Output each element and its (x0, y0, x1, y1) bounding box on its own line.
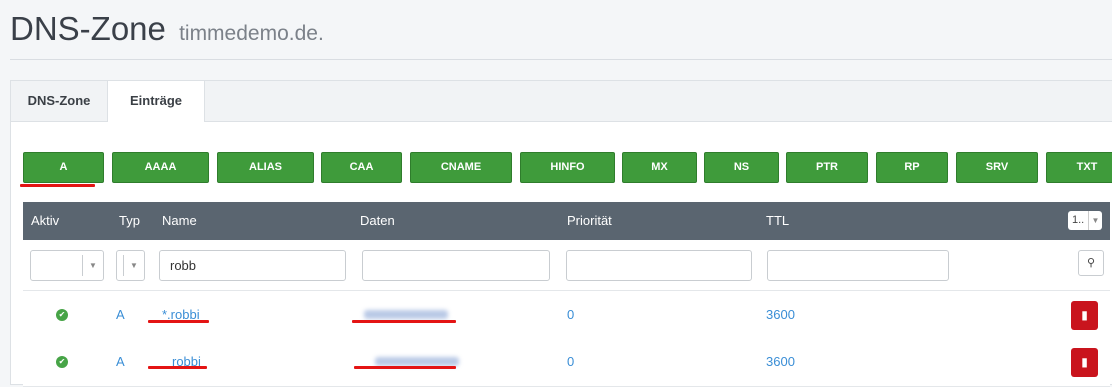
record-type-button-txt[interactable]: TXT (1046, 152, 1112, 183)
column-header-name[interactable]: Name (162, 202, 197, 240)
filter-aktiv-select[interactable]: ▼ (30, 250, 104, 281)
chevron-down-icon: ▼ (1088, 211, 1102, 230)
record-priority: 0 (567, 307, 575, 322)
record-type-button-mx[interactable]: MX (622, 152, 697, 183)
table-row: ✔ A *.robbi 0 3600 ▮ (23, 291, 1110, 339)
column-header-ttl[interactable]: TTL (766, 202, 789, 240)
filter-daten-input[interactable] (362, 250, 550, 281)
annotation-underline-name-2 (148, 366, 207, 369)
filter-ttl-input[interactable] (767, 250, 949, 281)
record-type-button-cname[interactable]: CNAME (410, 152, 512, 183)
page-title-text: DNS-Zone (10, 10, 166, 47)
record-type-button-ns[interactable]: NS (704, 152, 779, 183)
filter-name-input[interactable] (159, 250, 346, 281)
record-type-button-hinfo[interactable]: HINFO (520, 152, 615, 183)
delete-button[interactable]: ▮ (1071, 301, 1098, 330)
column-header-typ[interactable]: Typ (119, 202, 140, 240)
active-check-icon: ✔ (56, 356, 68, 368)
page-title: DNS-Zone timmedemo.de. (10, 10, 324, 48)
record-priority: 0 (567, 354, 575, 369)
search-button[interactable]: ⚲ (1078, 250, 1104, 276)
record-type-button-caa[interactable]: CAA (321, 152, 402, 183)
annotation-underline-data-2 (354, 366, 456, 369)
tab-bar: DNS-Zone Einträge (11, 81, 1112, 122)
table-header: Aktiv Typ Name Daten Priorität TTL 1.. ▼ (23, 202, 1110, 240)
record-type-button-a[interactable]: A (23, 152, 104, 183)
tab-eintraege[interactable]: Einträge (107, 81, 205, 122)
record-data-redacted (364, 310, 448, 319)
zone-name: timmedemo.de. (179, 22, 324, 45)
tab-dns-zone[interactable]: DNS-Zone (11, 81, 107, 121)
record-name-link[interactable]: *.robbi (162, 291, 200, 338)
filter-row: ▼ ▼ ⚲ (23, 240, 1110, 291)
active-check-icon: ✔ (56, 309, 68, 321)
record-ttl: 3600 (766, 354, 795, 369)
filter-prioritaet-input[interactable] (566, 250, 752, 281)
record-name-link[interactable]: robbi (172, 338, 201, 385)
record-type: A (116, 307, 125, 322)
column-header-aktiv[interactable]: Aktiv (31, 202, 59, 240)
column-header-daten[interactable]: Daten (360, 202, 395, 240)
chevron-down-icon: ▼ (123, 255, 144, 276)
annotation-underline-name-1 (148, 320, 209, 323)
record-type-button-ptr[interactable]: PTR (786, 152, 868, 183)
record-type-button-alias[interactable]: ALIAS (217, 152, 314, 183)
record-type-button-srv[interactable]: SRV (956, 152, 1038, 183)
page-size-value: 1.. (1072, 214, 1085, 226)
filter-typ-select[interactable]: ▼ (116, 250, 145, 281)
record-data-redacted (375, 357, 459, 366)
record-ttl: 3600 (766, 307, 795, 322)
table-row: ✔ A robbi 0 3600 ▮ (23, 338, 1110, 387)
column-header-prioritaet[interactable]: Priorität (567, 202, 612, 240)
record-type-button-aaaa[interactable]: AAAA (112, 152, 209, 183)
trash-icon: ▮ (1081, 355, 1088, 369)
annotation-underline-a (20, 184, 95, 187)
search-icon: ⚲ (1086, 257, 1096, 269)
record-type-button-rp[interactable]: RP (876, 152, 948, 183)
title-divider (10, 59, 1112, 60)
page-size-select[interactable]: 1.. ▼ (1068, 211, 1102, 230)
delete-button[interactable]: ▮ (1071, 348, 1098, 377)
trash-icon: ▮ (1081, 308, 1088, 322)
chevron-down-icon: ▼ (82, 255, 103, 276)
main-panel: DNS-Zone Einträge A AAAA ALIAS CAA CNAME… (10, 80, 1112, 387)
annotation-underline-data-1 (352, 320, 456, 323)
record-type: A (116, 354, 125, 369)
